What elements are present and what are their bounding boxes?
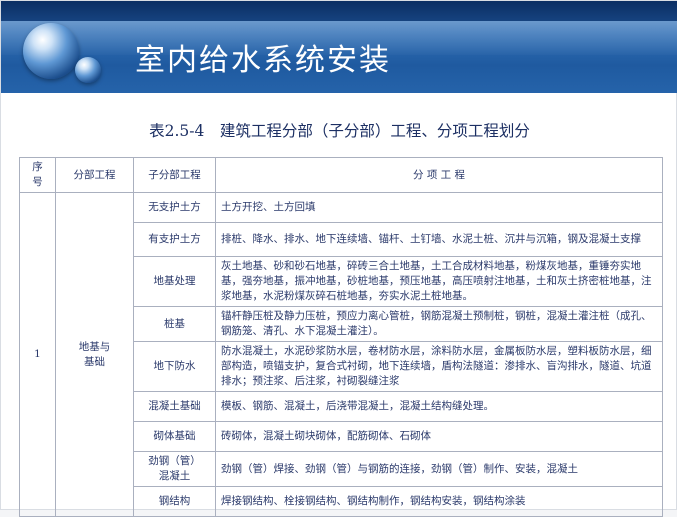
subdivision-cell: 桩基 (133, 306, 216, 342)
header-subdivision: 子分部工程 (133, 157, 216, 193)
subdivision-cell: 混凝土基础 (133, 391, 216, 422)
header-top-bar (1, 1, 677, 21)
slide: 室内给水系统安装 表2.5-4 建筑工程分部（子分部）工程、分项工程划分 序 号… (0, 0, 677, 517)
seq-cell: 1 (19, 192, 56, 517)
subdivision-cell: 砌体基础 (133, 421, 216, 452)
subdivision-cell: 地下防水 (133, 341, 216, 392)
header-seq: 序 号 (19, 157, 56, 193)
items-cell: 劲钢（管）焊接、劲钢（管）与钢筋的连接，劲钢（管）制作、安装，混凝土 (215, 451, 663, 487)
subdivision-cell: 钢结构 (133, 486, 216, 517)
orb-small-decoration (75, 57, 101, 83)
subdivision-cell: 地基处理 (133, 256, 216, 307)
table-header-row: 序 号 分部工程 子分部工程 分 项 工 程 (19, 157, 663, 193)
slide-title: 室内给水系统安装 (135, 43, 391, 78)
items-cell: 灰土地基、砂和砂石地基，碎砖三合土地基，土工合成材料地基，粉煤灰地基，重锤夯实地… (215, 256, 663, 307)
subdivision-cell: 劲钢（管） 混凝土 (133, 451, 216, 487)
division-table: 序 号 分部工程 子分部工程 分 项 工 程 1 地基与 基础 无支护土方 土方… (19, 157, 663, 517)
header-banner: 室内给水系统安装 (1, 1, 677, 93)
items-cell: 土方开挖、土方回填 (215, 192, 663, 223)
subdivision-cell: 有支护土方 (133, 222, 216, 257)
items-cell: 焊接钢结构、栓接钢结构、钢结构制作，钢结构安装，钢结构涂装 (215, 486, 663, 517)
table-row: 1 地基与 基础 无支护土方 土方开挖、土方回填 (19, 192, 663, 517)
orb-large-decoration (23, 23, 79, 79)
header-items: 分 项 工 程 (215, 157, 663, 193)
header-division: 分部工程 (55, 157, 134, 193)
table-caption: 表2.5-4 建筑工程分部（子分部）工程、分项工程划分 (149, 122, 530, 140)
subdivision-cell: 无支护土方 (133, 192, 216, 223)
items-cell: 锚杆静压桩及静力压桩，预应力离心管桩，钢筋混凝土预制桩，钢桩，混凝土灌注桩（成孔… (215, 306, 663, 342)
division-cell: 地基与 基础 (55, 192, 134, 517)
items-cell: 砖砌体，混凝土砌块砌体，配筋砌体、石砌体 (215, 421, 663, 452)
items-cell: 防水混凝土，水泥砂浆防水层，卷材防水层，涂料防水层，金属板防水层，塑料板防水层，… (215, 341, 663, 392)
items-cell: 排桩、降水、排水、地下连续墙、锚杆、土钉墙、水泥土桩、沉井与沉箱，钢及混凝土支撑 (215, 222, 663, 257)
items-cell: 模板、钢筋、混凝土，后浇带混凝土，混凝土结构缝处理。 (215, 391, 663, 422)
